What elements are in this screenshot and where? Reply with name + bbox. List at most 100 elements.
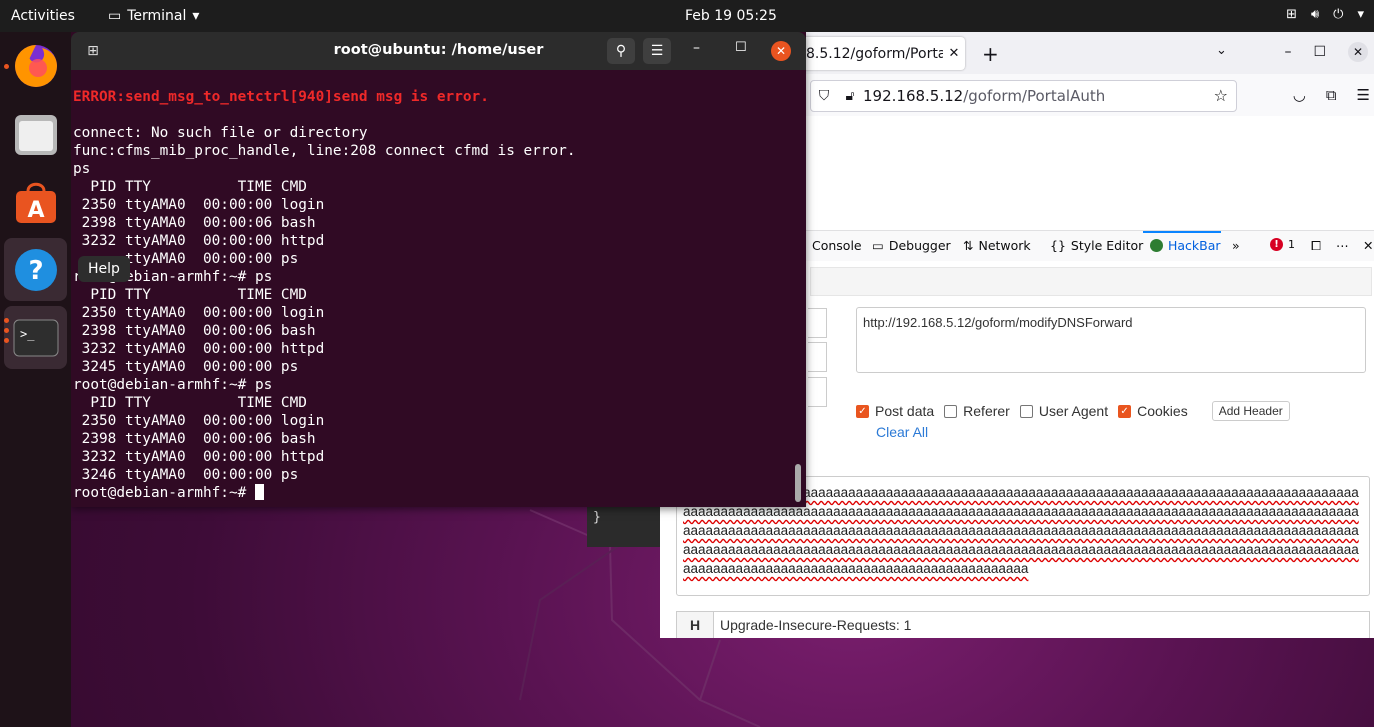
maximize-button[interactable]: ☐ bbox=[1313, 44, 1326, 60]
chevron-down-icon: ▾ bbox=[1357, 7, 1364, 22]
terminal-line: PID TTY TIME CMD bbox=[73, 395, 307, 411]
power-icon: ⏻ bbox=[1333, 7, 1344, 22]
url-path: /goform/PortalAuth bbox=[963, 87, 1106, 105]
activities-button[interactable]: Activities bbox=[11, 8, 75, 24]
help-icon: ? bbox=[14, 248, 57, 291]
terminal-line: PID TTY TIME CMD bbox=[73, 287, 307, 303]
debugger-icon: ▭ bbox=[872, 238, 884, 253]
tab-title: 8.5.12/goform/PortalA bbox=[806, 45, 943, 62]
app-menu-button[interactable]: ▭ Terminal ▾ bbox=[108, 8, 199, 24]
selected-tab-indicator bbox=[1143, 231, 1221, 233]
dock-help[interactable]: ? bbox=[4, 238, 67, 301]
dock-files[interactable] bbox=[4, 102, 67, 165]
pocket-icon[interactable]: ◡ bbox=[1293, 86, 1306, 104]
insecure-lock-icon[interactable]: 🔓︎ bbox=[837, 88, 863, 104]
tab-console[interactable]: Console bbox=[812, 238, 862, 253]
terminal-line: 2398 ttyAMA0 00:00:06 bash bbox=[73, 323, 316, 339]
bookmark-star-icon[interactable]: ☆ bbox=[1214, 86, 1228, 105]
window-controls: – ☐ ✕ bbox=[1284, 42, 1368, 62]
terminal-prompt-line: root@debian-armhf:~# bbox=[73, 484, 793, 502]
user-agent-checkbox[interactable]: User Agent bbox=[1019, 403, 1109, 419]
url-bar[interactable]: ⛉ 🔓︎ 192.168.5.12/goform/PortalAuth ☆ bbox=[810, 80, 1237, 112]
dock-firefox[interactable] bbox=[4, 34, 67, 97]
post-data-checkbox[interactable]: ✓ Post data bbox=[856, 403, 934, 419]
hamburger-menu-icon[interactable]: ☰ bbox=[643, 38, 671, 64]
dock: A ? >_ bbox=[0, 32, 71, 727]
volume-icon: 🔊︎ bbox=[1310, 7, 1320, 22]
dock-side-icon[interactable]: ⧠ bbox=[1311, 238, 1321, 254]
toolbar-icons: ◡ ⧉ ☰ bbox=[1293, 86, 1370, 104]
cookies-checkbox[interactable]: ✓ Cookies bbox=[1118, 403, 1188, 419]
shopping-bag-icon: A bbox=[15, 182, 56, 223]
system-tray[interactable]: ⊞ 🔊︎ ⏻ ▾ bbox=[1286, 7, 1364, 22]
checkbox-unchecked bbox=[944, 404, 958, 418]
chevron-down-icon: ▾ bbox=[192, 8, 200, 24]
firefox-icon bbox=[14, 44, 57, 87]
close-window-button[interactable]: ✕ bbox=[771, 41, 791, 61]
header-row[interactable]: H Upgrade-Insecure-Requests: 1 bbox=[676, 611, 1370, 638]
error-count: 1 bbox=[1288, 238, 1295, 251]
help-tooltip: Help bbox=[78, 256, 130, 282]
hackbar-url-input[interactable]: http://192.168.5.12/goform/modifyDNSForw… bbox=[856, 307, 1366, 373]
terminal-line: ps bbox=[73, 161, 91, 177]
minimize-button[interactable]: – bbox=[1284, 44, 1291, 60]
hackbar-icon bbox=[1150, 239, 1163, 252]
close-icon[interactable]: ✕ bbox=[1363, 238, 1373, 253]
hackbar-side-button[interactable] bbox=[808, 377, 827, 407]
terminal-line: ERROR:send_msg_to_netctrl[940]send msg i… bbox=[73, 89, 489, 105]
tab-hackbar[interactable]: HackBar bbox=[1150, 238, 1221, 253]
devtools-menu-icon[interactable]: ⋯ bbox=[1336, 238, 1349, 253]
list-all-tabs-button[interactable]: ⌄ bbox=[1216, 43, 1227, 58]
clear-all-link[interactable]: Clear All bbox=[876, 424, 928, 440]
terminal-line: 2350 ttyAMA0 00:00:00 login bbox=[73, 197, 325, 213]
extensions-icon[interactable]: ⧉ bbox=[1326, 86, 1337, 104]
terminal-line: 2350 ttyAMA0 00:00:00 login bbox=[73, 413, 325, 429]
clock[interactable]: Feb 19 05:25 bbox=[685, 8, 777, 24]
close-icon[interactable]: ✕ bbox=[943, 46, 965, 61]
browser-tab[interactable]: 8.5.12/goform/PortalA ✕ bbox=[800, 37, 965, 70]
tab-label: Style Editor bbox=[1070, 238, 1144, 253]
tab-style-editor[interactable]: {} Style Editor bbox=[1050, 238, 1143, 253]
dock-app-center[interactable]: A bbox=[4, 170, 67, 233]
running-indicator bbox=[4, 318, 9, 323]
braces-icon: {} bbox=[1050, 238, 1066, 253]
terminal-line: root@debian-armhf:~# ps bbox=[73, 269, 273, 285]
hackbar-toolbar-strip bbox=[810, 267, 1372, 296]
running-indicator bbox=[4, 338, 9, 343]
terminal-line: 3245 ttyAMA0 00:00:00 ps bbox=[73, 359, 299, 375]
new-tab-button[interactable]: + bbox=[982, 42, 999, 66]
maximize-button[interactable]: ☐ bbox=[735, 40, 747, 55]
svg-text:?: ? bbox=[28, 256, 43, 286]
running-indicator bbox=[4, 328, 9, 333]
referer-checkbox[interactable]: Referer bbox=[944, 403, 1010, 419]
hamburger-menu-icon[interactable]: ☰ bbox=[1357, 86, 1370, 104]
shield-icon[interactable]: ⛉ bbox=[811, 88, 837, 104]
terminal-line: 2398 ttyAMA0 00:00:06 bash bbox=[73, 431, 316, 447]
error-count-badge[interactable]: ! 1 bbox=[1270, 238, 1295, 251]
header-value: Upgrade-Insecure-Requests: 1 bbox=[720, 617, 912, 633]
terminal-line: PID TTY TIME CMD bbox=[73, 179, 307, 195]
option-label: User Agent bbox=[1038, 403, 1109, 419]
app-menu-label: Terminal bbox=[127, 8, 187, 24]
scrollbar-thumb[interactable] bbox=[795, 464, 801, 502]
terminal-line: connect: No such file or directory bbox=[73, 125, 368, 141]
hackbar-side-button[interactable] bbox=[808, 308, 827, 338]
folder-icon bbox=[14, 114, 57, 155]
terminal-icon: >_ bbox=[13, 319, 58, 356]
tab-network[interactable]: ⇅ Network bbox=[963, 238, 1031, 253]
tab-debugger[interactable]: ▭ Debugger bbox=[872, 238, 951, 253]
terminal-output[interactable]: ERROR:send_msg_to_netctrl[940]send msg i… bbox=[73, 88, 793, 506]
search-icon[interactable]: ⚲ bbox=[607, 38, 635, 64]
error-icon: ! bbox=[1270, 238, 1283, 251]
close-window-button[interactable]: ✕ bbox=[1348, 42, 1368, 62]
option-label: Referer bbox=[963, 403, 1010, 419]
option-label: Cookies bbox=[1137, 403, 1188, 419]
dock-terminal[interactable]: >_ bbox=[4, 306, 67, 369]
more-tabs-chevron-icon[interactable]: » bbox=[1232, 238, 1240, 253]
add-header-button[interactable]: Add Header bbox=[1211, 401, 1290, 421]
checkbox-checked: ✓ bbox=[1118, 404, 1132, 418]
minimize-button[interactable]: – bbox=[693, 40, 700, 56]
hackbar-side-button[interactable] bbox=[808, 342, 827, 372]
terminal-line: 3232 ttyAMA0 00:00:00 httpd bbox=[73, 341, 325, 357]
